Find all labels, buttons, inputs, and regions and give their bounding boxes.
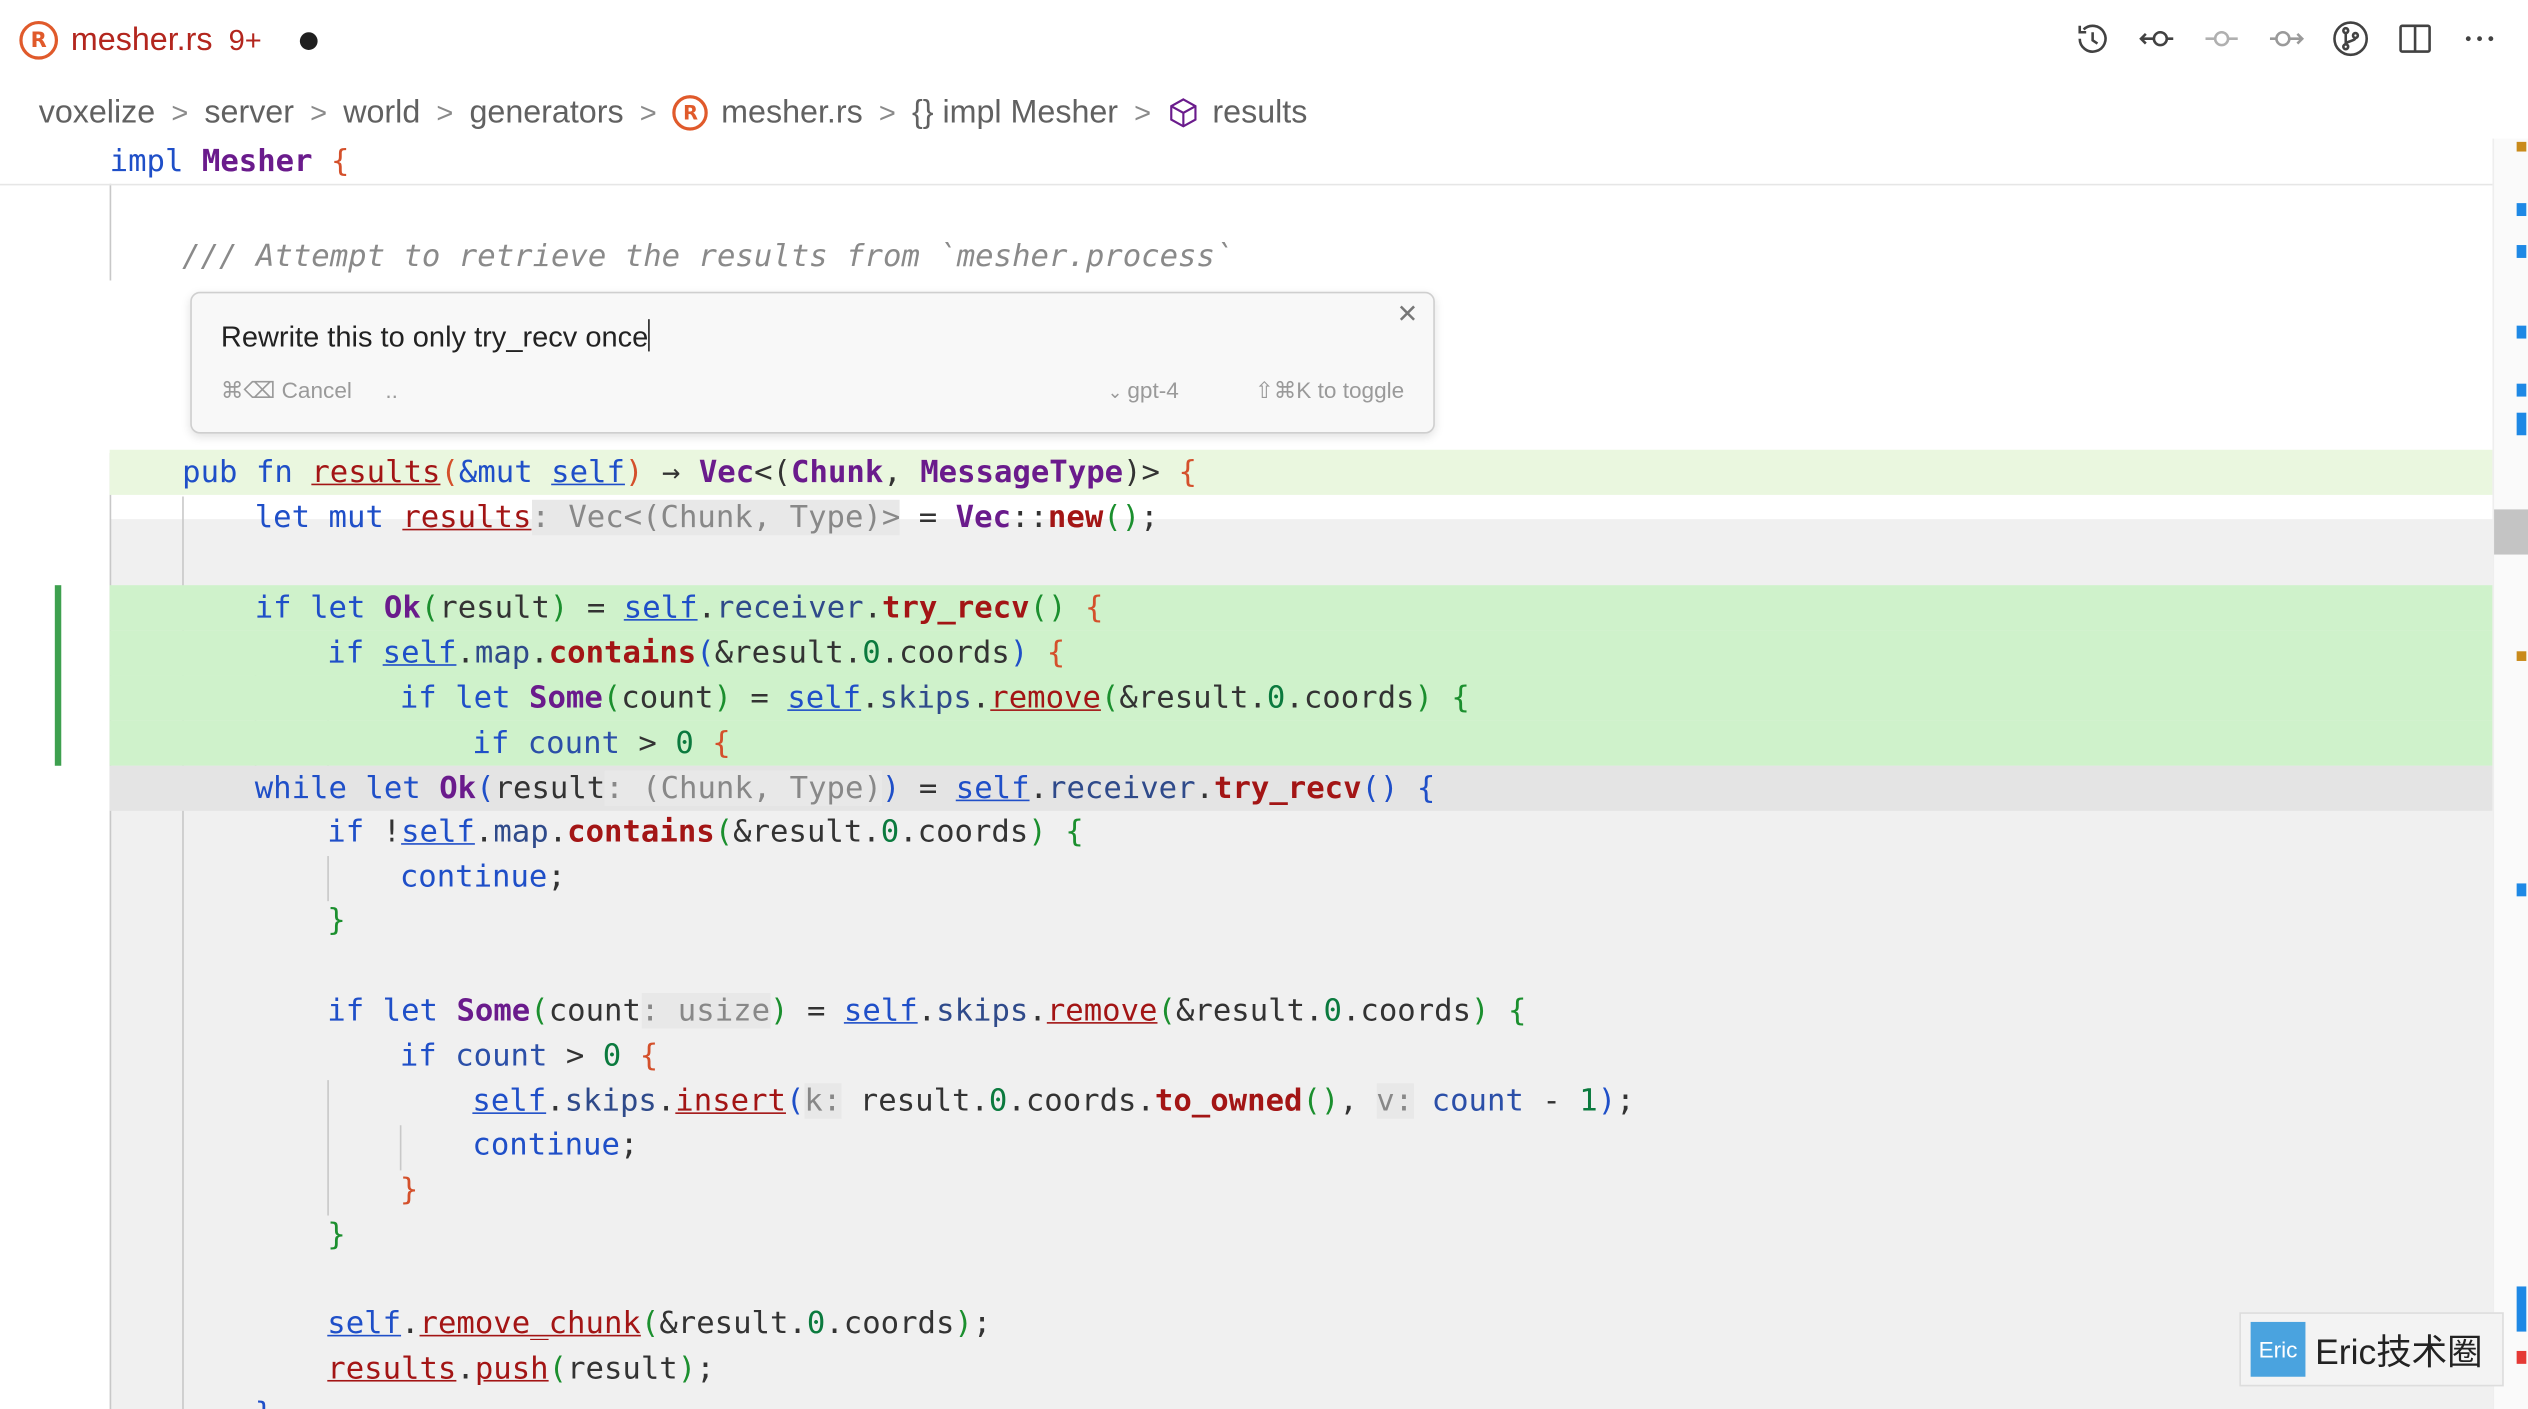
- code-line: }: [399, 1171, 419, 1208]
- chevron-right-icon: >: [878, 95, 896, 129]
- go-forward-icon[interactable]: [2264, 16, 2309, 61]
- code-line: let mut results: Vec<(Chunk, Type)> = Ve…: [254, 499, 1159, 536]
- editor-tab-mesher[interactable]: R mesher.rs 9+: [19, 16, 319, 64]
- scrollbar-slider[interactable]: [2494, 509, 2528, 555]
- watermark-text: Eric技术圈: [2315, 1331, 2483, 1372]
- code-line: if !self.map.contains(&result.0.coords) …: [327, 814, 1084, 850]
- tab-filename: mesher.rs: [70, 21, 213, 58]
- warning-marker: [2516, 141, 2527, 152]
- added-lines-gutter-marker: [54, 585, 62, 766]
- sticky-scroll-divider: [0, 183, 2493, 186]
- added-code-line: if count > 0 {: [109, 720, 2493, 766]
- chat-prompt-input[interactable]: Rewrite this to only try_recv once: [221, 319, 650, 354]
- breadcrumb: voxelize > server > world > generators >…: [39, 90, 1308, 135]
- breadcrumb-item-impl[interactable]: {} impl Mesher: [912, 94, 1118, 131]
- chevron-right-icon: >: [171, 95, 189, 129]
- added-code-line: if let Ok(result) = self.receiver.try_re…: [109, 585, 2493, 631]
- code-line: self.remove_chunk(&result.0.coords);: [327, 1305, 992, 1342]
- commit-icon[interactable]: [2199, 16, 2244, 61]
- change-marker: [2516, 883, 2527, 897]
- chat-prompt-text: Rewrite this to only try_recv once: [220, 320, 649, 354]
- editor-toolbar: [2070, 16, 2502, 61]
- code-line: results.push(result);: [327, 1350, 715, 1387]
- model-select[interactable]: ⌄ gpt-4: [1108, 377, 1179, 403]
- code-line: if count > 0 {: [399, 1038, 659, 1074]
- added-code-line: if let Some(count) = self.skips.remove(&…: [109, 675, 2493, 721]
- code-line: }: [110, 1391, 2493, 1409]
- close-icon[interactable]: ✕: [1391, 300, 1423, 332]
- cancel-button[interactable]: ⌘⌫ Cancel: [221, 377, 352, 404]
- warning-marker: [2516, 651, 2527, 661]
- overview-ruler[interactable]: [2492, 138, 2528, 1409]
- history-icon[interactable]: [2070, 16, 2115, 61]
- tab-bar: R mesher.rs 9+: [0, 0, 2528, 81]
- chevron-right-icon: >: [639, 95, 657, 129]
- chevron-right-icon: >: [436, 95, 454, 129]
- added-code-line: if self.map.contains(&result.0.coords) {: [109, 630, 2493, 676]
- watermark-logo: Eric: [2250, 1321, 2306, 1377]
- source-control-icon[interactable]: [2328, 16, 2373, 61]
- rust-file-icon: R: [672, 95, 709, 131]
- toggle-hint: ⇧⌘K to toggle: [1254, 377, 1405, 404]
- chevron-right-icon: >: [1134, 95, 1152, 129]
- breadcrumb-item-generators[interactable]: generators: [469, 94, 623, 131]
- breadcrumb-item-server[interactable]: server: [204, 94, 294, 131]
- rust-file-icon: R: [19, 20, 59, 60]
- tab-problem-count: 9+: [228, 23, 262, 56]
- split-editor-icon[interactable]: [2393, 16, 2438, 61]
- chevron-down-icon: ⌄: [1107, 383, 1128, 404]
- code-line: }: [327, 902, 346, 939]
- breadcrumb-item-world[interactable]: world: [343, 94, 420, 131]
- change-marker: [2516, 325, 2527, 339]
- go-back-icon[interactable]: [2135, 16, 2180, 61]
- error-marker: [2516, 1350, 2527, 1364]
- code-line: pub fn results(&mut self) → Vec<(Chunk, …: [109, 449, 2493, 495]
- change-marker: [2516, 1286, 2527, 1332]
- code-line: continue;: [399, 859, 566, 895]
- change-marker: [2516, 383, 2527, 397]
- code-line: continue;: [472, 1126, 639, 1163]
- change-marker: [2516, 412, 2527, 436]
- code-line: }: [327, 1217, 346, 1253]
- breadcrumb-item-results[interactable]: results: [1212, 94, 1307, 131]
- model-label: gpt-4: [1127, 377, 1179, 404]
- chevron-right-icon: >: [310, 95, 328, 129]
- more-icon[interactable]: [2457, 16, 2502, 61]
- more-options-button[interactable]: ..: [385, 377, 398, 403]
- code-line: self.skips.insert(k: result.0.coords.to_…: [472, 1083, 1635, 1119]
- code-line: /// Attempt to retrieve the results from…: [182, 238, 1234, 275]
- watermark: Eric Eric技术圈: [2239, 1312, 2504, 1387]
- text-caret: [648, 319, 650, 352]
- change-marker: [2516, 245, 2527, 258]
- change-marker: [2516, 203, 2527, 217]
- cube-icon: [1167, 97, 1199, 129]
- breadcrumb-item-voxelize[interactable]: voxelize: [39, 94, 156, 131]
- inline-chat-widget: Rewrite this to only try_recv once ✕ ⌘⌫ …: [190, 291, 1435, 434]
- original-code-line: while let Ok(result: (Chunk, Type)) = se…: [109, 765, 2493, 811]
- breadcrumb-item-file[interactable]: mesher.rs: [721, 94, 863, 131]
- code-line: impl Mesher {: [109, 143, 350, 179]
- code-line: if let Some(count: usize) = self.skips.r…: [327, 993, 1527, 1029]
- unsaved-dot-icon[interactable]: [300, 31, 319, 50]
